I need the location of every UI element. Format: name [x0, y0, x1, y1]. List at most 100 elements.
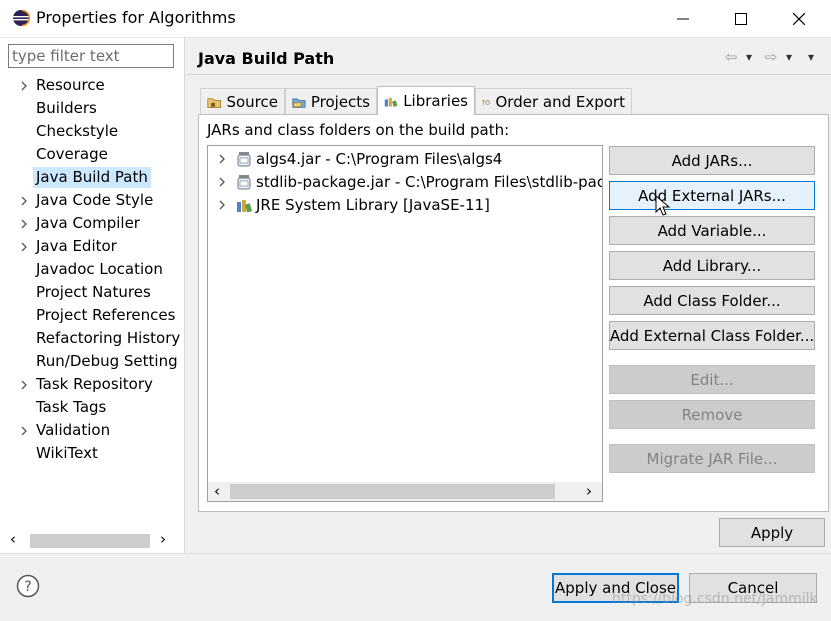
- minimize-button[interactable]: [654, 0, 712, 38]
- migrate-jar-button[interactable]: Migrate JAR File...: [609, 444, 815, 473]
- back-dropdown-icon[interactable]: ▾: [742, 47, 756, 67]
- close-button[interactable]: [770, 0, 828, 38]
- back-arrow-icon[interactable]: ⇦: [720, 47, 742, 67]
- scrollbar-thumb[interactable]: [30, 534, 150, 548]
- scroll-left-icon[interactable]: ‹: [214, 482, 220, 500]
- scroll-left-icon[interactable]: ‹: [10, 530, 16, 548]
- libraries-caption: JARs and class folders on the build path…: [207, 121, 510, 139]
- sidebar-item-task-tags[interactable]: Task Tags: [14, 396, 109, 419]
- sidebar-item-builders[interactable]: Builders: [14, 97, 100, 120]
- sidebar-horizontal-scrollbar[interactable]: ‹ ›: [2, 530, 182, 548]
- sidebar-item-label: Java Compiler: [36, 214, 140, 232]
- scroll-right-icon[interactable]: ›: [586, 482, 592, 500]
- help-glyph: ?: [24, 579, 31, 595]
- maximize-icon: [735, 13, 747, 25]
- edit-button[interactable]: Edit...: [609, 365, 815, 394]
- tab-source[interactable]: Source: [200, 88, 285, 114]
- sidebar-item-java-compiler[interactable]: Java Compiler: [14, 212, 143, 235]
- sidebar-item-javadoc-location[interactable]: Javadoc Location: [14, 258, 166, 281]
- window-title: Properties for Algorithms: [36, 8, 236, 27]
- sidebar-item-label: Coverage: [36, 145, 108, 163]
- sidebar-item-refactoring-history[interactable]: Refactoring History: [14, 327, 183, 350]
- sidebar-item-label: Java Editor: [36, 237, 117, 255]
- library-entry-stdlib[interactable]: stdlib-package.jar - C:\Program Files\st…: [214, 170, 602, 193]
- header-divider: [186, 74, 831, 75]
- sidebar-item-resource[interactable]: Resource: [14, 74, 108, 97]
- eclipse-app-icon: [13, 9, 30, 27]
- add-class-folder-button[interactable]: Add Class Folder...: [609, 286, 815, 315]
- library-entry-algs4[interactable]: algs4.jar - C:\Program Files\algs4: [214, 147, 502, 170]
- apply-button[interactable]: Apply: [719, 518, 825, 547]
- filter-input[interactable]: [8, 44, 174, 68]
- jar-icon: [237, 151, 251, 166]
- scrollbar-thumb[interactable]: [230, 484, 555, 499]
- page-header: Java Build Path ⇦ ▾ ⇨ ▾ ▾: [186, 38, 831, 74]
- expand-chevron-icon[interactable]: [214, 177, 230, 187]
- expand-chevron-icon[interactable]: [214, 154, 230, 164]
- sidebar-item-validation[interactable]: Validation: [14, 419, 113, 442]
- forward-arrow-icon[interactable]: ⇨: [760, 47, 782, 67]
- page-title: Java Build Path: [198, 49, 335, 68]
- tab-projects[interactable]: Projects: [285, 88, 377, 114]
- build-path-library-list[interactable]: algs4.jar - C:\Program Files\algs4 stdli…: [207, 145, 603, 502]
- sidebar-item-java-build-path[interactable]: Java Build Path: [14, 166, 151, 189]
- sidebar-item-java-code-style[interactable]: Java Code Style: [14, 189, 156, 212]
- sidebar-item-java-editor[interactable]: Java Editor: [14, 235, 120, 258]
- tab-label: Order and Export: [495, 92, 626, 111]
- sidebar-item-label: Java Build Path: [33, 167, 151, 188]
- forward-dropdown-icon[interactable]: ▾: [782, 47, 796, 67]
- sidebar-item-label: Refactoring History: [36, 329, 181, 347]
- source-folder-icon: [207, 97, 222, 108]
- expand-chevron-icon[interactable]: [14, 212, 33, 235]
- tab-libraries[interactable]: Libraries: [377, 86, 475, 115]
- expand-chevron-icon[interactable]: [14, 189, 33, 212]
- expand-chevron-icon[interactable]: [214, 200, 230, 210]
- sidebar-item-coverage[interactable]: Coverage: [14, 143, 111, 166]
- scroll-right-icon[interactable]: ›: [160, 530, 166, 548]
- help-icon[interactable]: ?: [16, 574, 40, 598]
- expand-chevron-icon[interactable]: [14, 74, 33, 97]
- sidebar-item-wikitext[interactable]: WikiText: [14, 442, 101, 465]
- sidebar-item-project-references[interactable]: Project References: [14, 304, 178, 327]
- sidebar-item-label: Builders: [36, 99, 97, 117]
- sidebar-item-label: Run/Debug Setting: [36, 352, 178, 370]
- libraries-icon: [384, 97, 398, 107]
- sidebar-item-task-repository[interactable]: Task Repository: [14, 373, 156, 396]
- add-external-jars-button[interactable]: Add External JARs...: [609, 181, 815, 210]
- sidebar-item-checkstyle[interactable]: Checkstyle: [14, 120, 121, 143]
- expand-chevron-icon[interactable]: [14, 235, 33, 258]
- sidebar-item-project-natures[interactable]: Project Natures: [14, 281, 154, 304]
- remove-button[interactable]: Remove: [609, 400, 815, 429]
- view-menu-icon[interactable]: ▾: [804, 47, 818, 67]
- tab-order-and-export[interactable]: Order and Export: [475, 88, 632, 114]
- library-label: algs4.jar - C:\Program Files\algs4: [256, 149, 503, 168]
- list-horizontal-scrollbar[interactable]: ‹ ›: [208, 482, 602, 501]
- preferences-sidebar: Resource Builders Checkstyle Coverage Java B…: [0, 38, 185, 553]
- add-jars-button[interactable]: Add JARs...: [609, 146, 815, 175]
- sidebar-item-label: Task Tags: [36, 398, 107, 416]
- expand-chevron-icon[interactable]: [14, 373, 33, 396]
- footer-divider: [0, 553, 831, 554]
- expand-chevron-icon[interactable]: [14, 419, 33, 442]
- library-entry-jre[interactable]: JRE System Library [JavaSE-11]: [214, 193, 490, 216]
- maximize-button[interactable]: [712, 0, 770, 38]
- sidebar-item-run-debug-setting[interactable]: Run/Debug Setting: [14, 350, 181, 373]
- add-external-class-folder-button[interactable]: Add External Class Folder...: [609, 321, 815, 350]
- add-library-button[interactable]: Add Library...: [609, 251, 815, 280]
- minimize-icon: [677, 18, 689, 20]
- sidebar-item-label: Javadoc Location: [36, 260, 163, 278]
- library-icon: [237, 199, 252, 212]
- tab-label: Projects: [310, 92, 370, 111]
- sidebar-item-label: Checkstyle: [36, 122, 119, 140]
- tab-label: Libraries: [403, 92, 468, 110]
- add-variable-button[interactable]: Add Variable...: [609, 216, 815, 245]
- sidebar-item-label: WikiText: [36, 444, 98, 462]
